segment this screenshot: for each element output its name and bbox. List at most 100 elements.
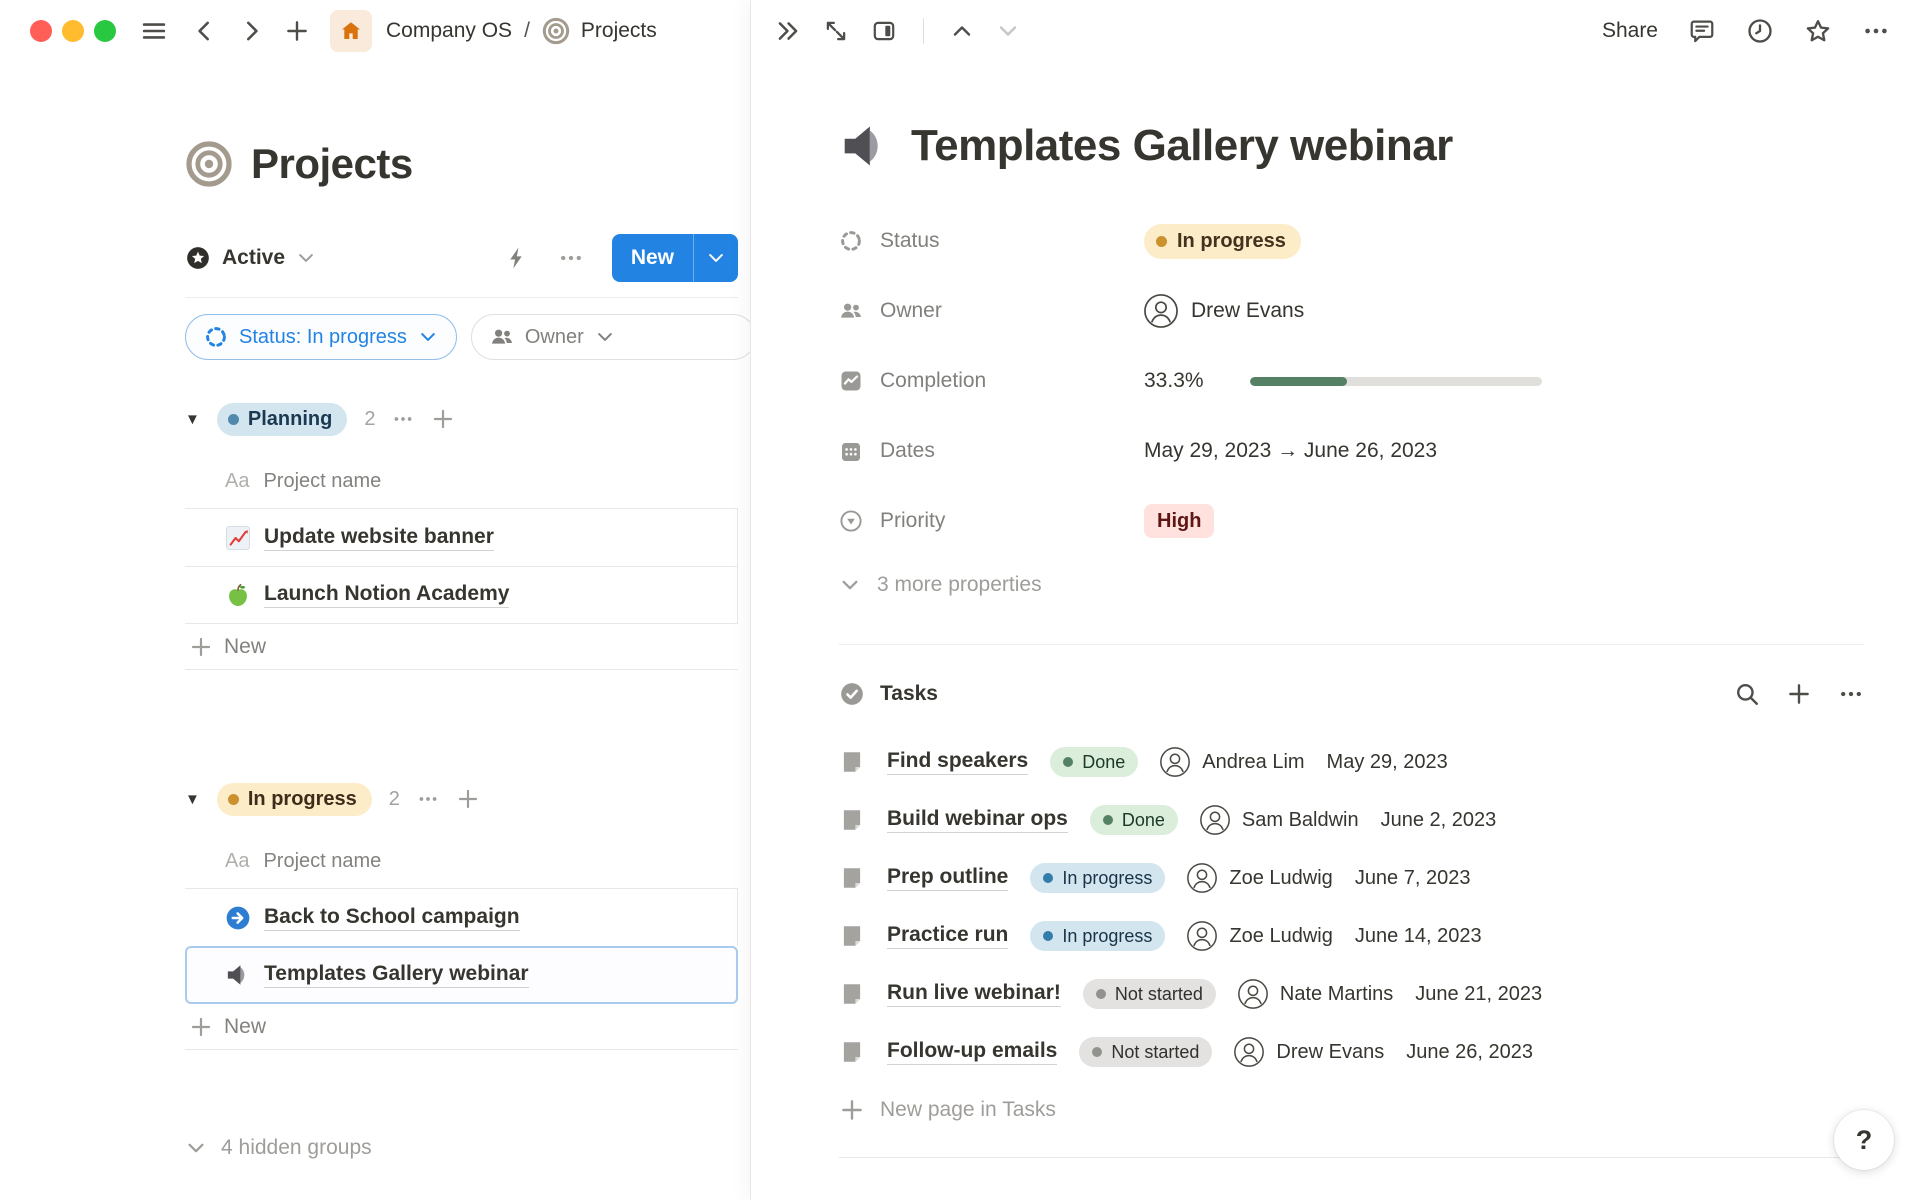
nav-forward-icon[interactable]: [238, 18, 264, 44]
filter-status-chip[interactable]: Status: In progress: [185, 314, 457, 360]
project-row-back-to-school-campaign[interactable]: Back to School campaign: [185, 888, 738, 946]
project-title-link[interactable]: Templates Gallery webinar: [264, 962, 529, 988]
group-status-pill[interactable]: In progress: [217, 783, 372, 816]
fullscreen-window-button[interactable]: [94, 20, 116, 42]
task-assignee[interactable]: Andrea Lim: [1160, 747, 1304, 777]
task-assignee[interactable]: Zoe Ludwig: [1187, 863, 1332, 893]
task-due-date[interactable]: June 21, 2023: [1415, 983, 1542, 1006]
project-row-launch-notion-academy[interactable]: Launch Notion Academy: [185, 566, 738, 624]
task-title-link[interactable]: Practice run: [887, 923, 1008, 949]
group-options-icon[interactable]: [392, 408, 414, 430]
close-peek-icon[interactable]: [775, 18, 801, 44]
task-status-pill[interactable]: Not started: [1083, 979, 1216, 1009]
tasks-title[interactable]: Tasks: [880, 682, 938, 706]
project-title-link[interactable]: Launch Notion Academy: [264, 582, 509, 608]
speaker-page-icon[interactable]: [839, 120, 891, 172]
task-assignee[interactable]: Drew Evans: [1234, 1037, 1384, 1067]
property-status[interactable]: Status In progress: [839, 218, 1864, 264]
priority-high-tag[interactable]: High: [1144, 504, 1214, 538]
new-page-in-tasks[interactable]: New page in Tasks: [839, 1083, 1864, 1137]
filter-owner-chip[interactable]: Owner: [471, 314, 750, 360]
view-options-icon[interactable]: [558, 245, 584, 271]
green-apple-icon: [225, 582, 251, 608]
task-title-link[interactable]: Prep outline: [887, 865, 1008, 891]
new-project-row[interactable]: New: [185, 1004, 738, 1050]
group-status-pill[interactable]: Planning: [217, 403, 347, 436]
task-due-date[interactable]: June 14, 2023: [1355, 925, 1482, 948]
task-status-pill[interactable]: Done: [1090, 805, 1178, 835]
task-title-link[interactable]: Find speakers: [887, 749, 1028, 775]
property-completion[interactable]: Completion 33.3%: [839, 358, 1864, 404]
tasks-actions: [1734, 681, 1864, 707]
task-assignee[interactable]: Zoe Ludwig: [1187, 921, 1332, 951]
task-status-pill[interactable]: Not started: [1079, 1037, 1212, 1067]
status-pill[interactable]: In progress: [1144, 224, 1301, 259]
task-due-date[interactable]: June 7, 2023: [1355, 867, 1471, 890]
task-status-label: Not started: [1115, 984, 1203, 1005]
nav-back-icon[interactable]: [192, 18, 218, 44]
collapse-group-icon[interactable]: ▼: [185, 791, 200, 808]
group-add-icon[interactable]: [431, 407, 455, 431]
task-title-link[interactable]: Follow-up emails: [887, 1039, 1057, 1065]
view-selector[interactable]: Active: [185, 245, 316, 271]
breadcrumb-workspace[interactable]: Company OS: [386, 19, 512, 43]
minimize-window-button[interactable]: [62, 20, 84, 42]
help-button[interactable]: ?: [1834, 1110, 1894, 1170]
task-assignee[interactable]: Sam Baldwin: [1200, 805, 1359, 835]
add-task-icon[interactable]: [1786, 681, 1812, 707]
more-options-icon[interactable]: [1862, 17, 1890, 45]
group-add-icon[interactable]: [456, 787, 480, 811]
new-tab-icon[interactable]: [284, 18, 310, 44]
chart-box-icon: [839, 369, 863, 393]
updates-clock-icon[interactable]: [1746, 17, 1774, 45]
task-status-pill[interactable]: Done: [1050, 747, 1138, 777]
group-options-icon[interactable]: [417, 788, 439, 810]
database-title: Projects: [251, 140, 413, 188]
database-pane: Company OS / Projects Projects Active: [0, 0, 750, 1200]
projects-database-icon[interactable]: [185, 140, 233, 188]
project-row-templates-gallery-webinar-selected[interactable]: Templates Gallery webinar: [185, 946, 738, 1004]
property-priority[interactable]: Priority High: [839, 498, 1864, 544]
next-page-icon[interactable]: [996, 19, 1020, 43]
column-header-project-name[interactable]: Aa Project name: [185, 454, 738, 508]
new-project-row[interactable]: New: [185, 624, 738, 670]
favorite-star-icon[interactable]: [1804, 17, 1832, 45]
page-icon: [839, 749, 865, 775]
expand-page-icon[interactable]: [823, 18, 849, 44]
task-due-date[interactable]: June 26, 2023: [1406, 1041, 1533, 1064]
project-row-update-website-banner[interactable]: Update website banner: [185, 508, 738, 566]
chevron-down-icon: [296, 248, 316, 268]
task-due-date[interactable]: June 2, 2023: [1381, 809, 1497, 832]
hidden-groups-toggle[interactable]: 4 hidden groups: [185, 1136, 738, 1160]
task-title-link[interactable]: Build webinar ops: [887, 807, 1068, 833]
project-title-link[interactable]: Update website banner: [264, 525, 494, 551]
project-title-link[interactable]: Back to School campaign: [264, 905, 520, 931]
new-button[interactable]: New: [612, 234, 738, 282]
task-due-date[interactable]: May 29, 2023: [1327, 751, 1448, 774]
date-range[interactable]: May 29, 2023 → June 26, 2023: [1144, 439, 1437, 463]
share-button[interactable]: Share: [1602, 19, 1658, 43]
property-dates[interactable]: Dates May 29, 2023 → June 26, 2023: [839, 428, 1864, 474]
task-title-link[interactable]: Run live webinar!: [887, 981, 1061, 1007]
owner-person[interactable]: Drew Evans: [1144, 294, 1304, 328]
new-dropdown-icon[interactable]: [694, 248, 738, 268]
sidebar-menu-icon[interactable]: [140, 17, 168, 45]
avatar: [1144, 294, 1178, 328]
automation-icon[interactable]: [504, 245, 530, 271]
task-status-pill[interactable]: In progress: [1030, 921, 1165, 951]
comments-icon[interactable]: [1688, 17, 1716, 45]
column-header-project-name[interactable]: Aa Project name: [185, 834, 738, 888]
tasks-options-icon[interactable]: [1838, 681, 1864, 707]
collapse-group-icon[interactable]: ▼: [185, 411, 200, 428]
close-window-button[interactable]: [30, 20, 52, 42]
home-icon[interactable]: [330, 10, 372, 52]
breadcrumb-page[interactable]: Projects: [581, 19, 657, 43]
previous-page-icon[interactable]: [950, 19, 974, 43]
side-peek-icon[interactable]: [871, 18, 897, 44]
property-value: Drew Evans: [1144, 294, 1304, 328]
task-assignee[interactable]: Nate Martins: [1238, 979, 1393, 1009]
search-icon[interactable]: [1734, 681, 1760, 707]
property-owner[interactable]: Owner Drew Evans: [839, 288, 1864, 334]
more-properties-toggle[interactable]: 3 more properties: [839, 570, 1864, 600]
task-status-pill[interactable]: In progress: [1030, 863, 1165, 893]
